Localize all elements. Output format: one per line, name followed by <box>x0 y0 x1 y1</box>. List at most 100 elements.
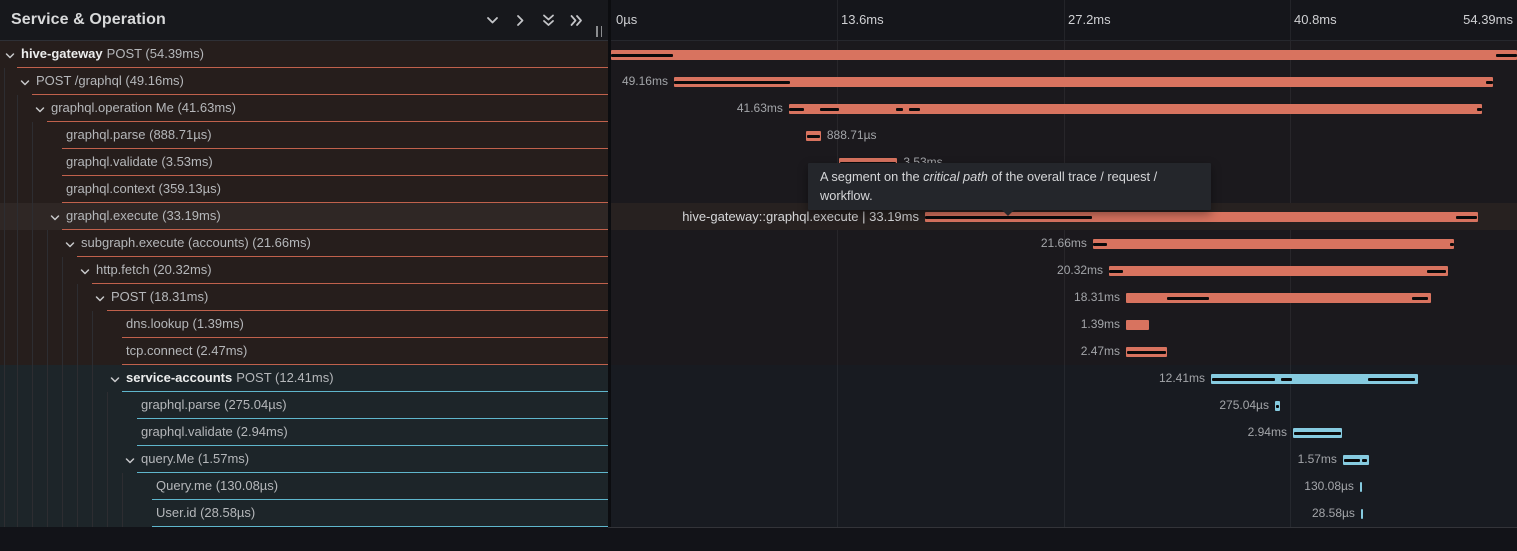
span-label: graphql.parse (888.71µs) <box>66 122 212 148</box>
span-label: subgraph.execute (accounts) (21.66ms) <box>81 230 311 256</box>
critical-path-segment <box>1362 459 1367 462</box>
double-chevron-down-icon[interactable] <box>540 12 557 29</box>
critical-path-segment <box>1093 243 1107 246</box>
timeline-row[interactable]: 18.31ms <box>611 284 1517 311</box>
indent-guide <box>4 419 5 446</box>
span-bar[interactable] <box>1109 266 1447 276</box>
timeline-row[interactable]: 49.16ms <box>611 68 1517 95</box>
span-bar[interactable] <box>1093 239 1454 249</box>
indent-guide <box>4 473 5 500</box>
indent-guide <box>17 446 18 473</box>
indent-guide <box>4 68 5 95</box>
indent-guide <box>62 392 63 419</box>
span-bar[interactable] <box>611 50 1517 60</box>
service-name: service-accounts <box>126 370 236 385</box>
indent-guide <box>47 284 48 311</box>
critical-path-segment <box>611 54 673 57</box>
indent-guide <box>4 122 5 149</box>
tree-row[interactable]: subgraph.execute (accounts) (21.66ms) <box>0 230 608 257</box>
indent-guide <box>92 392 93 419</box>
tree-row[interactable]: service-accountsPOST (12.41ms) <box>0 365 608 392</box>
critical-path-segment <box>1412 297 1428 300</box>
span-bar[interactable] <box>789 104 1482 114</box>
span-label: POST /graphql (49.16ms) <box>36 68 184 94</box>
timeline-row[interactable]: 28.58µs <box>611 500 1517 527</box>
critical-path-tooltip: A segment on the critical path of the ov… <box>808 163 1211 210</box>
chevron-down-icon[interactable] <box>484 12 501 29</box>
tree-row[interactable]: http.fetch (20.32ms) <box>0 257 608 284</box>
tree-row[interactable]: hive-gatewayPOST (54.39ms) <box>0 41 608 68</box>
service-operation-header: Service & Operation <box>0 0 608 41</box>
timeline-row[interactable]: 1.39ms <box>611 311 1517 338</box>
chevron-down-icon[interactable] <box>34 103 46 115</box>
indent-guide <box>47 473 48 500</box>
double-chevron-right-icon[interactable] <box>568 12 585 29</box>
indent-guide <box>4 284 5 311</box>
axis-tick: 40.8ms <box>1294 0 1337 40</box>
timeline-row[interactable]: 2.47ms <box>611 338 1517 365</box>
tree-row[interactable]: graphql.execute (33.19ms) <box>0 203 608 230</box>
timeline-row[interactable]: 12.41ms <box>611 365 1517 392</box>
tree-row[interactable]: graphql.validate (3.53ms) <box>0 149 608 176</box>
tree-row[interactable]: graphql.parse (888.71µs) <box>0 122 608 149</box>
span-bar[interactable] <box>674 77 1493 87</box>
chevron-down-icon[interactable] <box>124 454 136 466</box>
timeline-row[interactable]: 41.63ms <box>611 95 1517 122</box>
indent-guide <box>107 392 108 419</box>
tooltip-text-italic: critical path <box>923 169 988 184</box>
span-duration-label: 275.04µs <box>1219 392 1269 419</box>
tree-row[interactable]: graphql.parse (275.04µs) <box>0 392 608 419</box>
panel-resize-handle[interactable] <box>595 26 603 37</box>
timeline-row[interactable]: 888.71µs <box>611 122 1517 149</box>
indent-guide <box>4 176 5 203</box>
chevron-down-icon[interactable] <box>79 265 91 277</box>
chevron-down-icon[interactable] <box>19 76 31 88</box>
tree-row[interactable]: graphql.operation Me (41.63ms) <box>0 95 608 122</box>
indent-guide <box>92 338 93 365</box>
chevron-down-icon[interactable] <box>49 211 61 223</box>
timeline-row[interactable]: 1.57ms <box>611 446 1517 473</box>
span-bar[interactable] <box>1126 320 1149 330</box>
tree-row[interactable]: Query.me (130.08µs) <box>0 473 608 500</box>
timeline-row[interactable]: 2.94ms <box>611 419 1517 446</box>
critical-path-segment <box>807 135 820 138</box>
indent-guide <box>77 284 78 311</box>
span-label: Query.me (130.08µs) <box>156 473 278 499</box>
timeline-row[interactable]: 21.66ms <box>611 230 1517 257</box>
indent-guide <box>92 500 93 527</box>
span-duration-label: 21.66ms <box>1041 230 1087 257</box>
timeline-row[interactable]: 130.08µs <box>611 473 1517 500</box>
indent-guide <box>4 392 5 419</box>
tree-row[interactable]: POST (18.31ms) <box>0 284 608 311</box>
indent-guide <box>62 473 63 500</box>
critical-path-segment <box>789 108 804 111</box>
span-duration-label: 130.08µs <box>1304 473 1354 500</box>
tree-row[interactable]: dns.lookup (1.39ms) <box>0 311 608 338</box>
chevron-down-icon[interactable] <box>109 373 121 385</box>
tree-row[interactable]: graphql.context (359.13µs) <box>0 176 608 203</box>
tree-row[interactable]: query.Me (1.57ms) <box>0 446 608 473</box>
chevron-down-icon[interactable] <box>4 49 16 61</box>
chevron-down-icon[interactable] <box>94 292 106 304</box>
chevron-right-icon[interactable] <box>512 12 529 29</box>
indent-guide <box>62 419 63 446</box>
indent-guide <box>4 500 5 527</box>
span-label: graphql.validate (3.53ms) <box>66 149 213 175</box>
span-duration-label: 2.94ms <box>1248 419 1287 446</box>
span-bar[interactable] <box>1360 482 1362 492</box>
timeline-row[interactable]: 20.32ms <box>611 257 1517 284</box>
tree-row[interactable]: graphql.validate (2.94ms) <box>0 419 608 446</box>
axis-tick: 27.2ms <box>1068 0 1111 40</box>
span-bar[interactable] <box>1361 509 1363 519</box>
indent-guide <box>77 311 78 338</box>
tree-row[interactable]: User.id (28.58µs) <box>0 500 608 527</box>
tree-row[interactable]: tcp.connect (2.47ms) <box>0 338 608 365</box>
axis-tick: 0µs <box>616 0 637 40</box>
timeline-row[interactable] <box>611 41 1517 68</box>
timeline-row[interactable]: 275.04µs <box>611 392 1517 419</box>
tree-row[interactable]: POST /graphql (49.16ms) <box>0 68 608 95</box>
critical-path-segment <box>820 108 839 111</box>
indent-guide <box>47 419 48 446</box>
chevron-down-icon[interactable] <box>64 238 76 250</box>
critical-path-segment <box>1109 270 1123 273</box>
